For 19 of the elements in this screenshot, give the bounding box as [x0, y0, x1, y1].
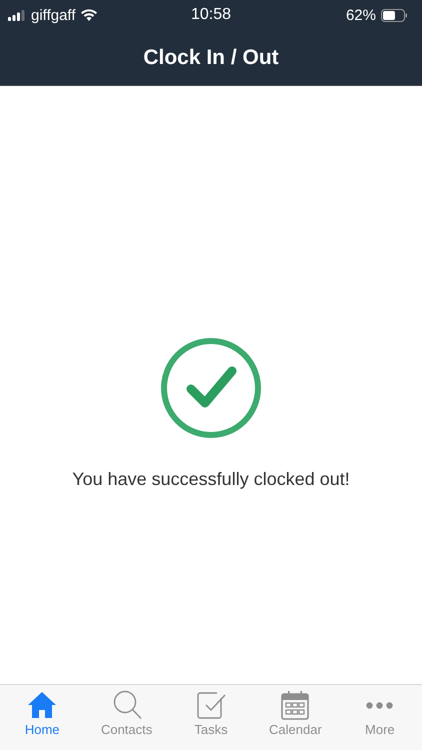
tab[interactable]: Tasks [168, 685, 254, 750]
screen-title: Clock In / Out [143, 46, 279, 70]
battery-icon [381, 8, 408, 22]
clock-time: 10:58 [190, 6, 232, 24]
success-check-icon [160, 337, 262, 439]
tab[interactable]: Home [0, 685, 84, 750]
success-message: You have successfully clocked out! [72, 469, 350, 490]
calendar-icon [280, 690, 310, 720]
tab[interactable]: More [338, 685, 422, 750]
tab[interactable]: Contacts [84, 685, 169, 750]
signal-icon [8, 10, 26, 20]
home-icon [27, 690, 58, 720]
tab[interactable]: Calendar [253, 685, 338, 750]
checkbox-icon [196, 690, 226, 720]
wifi-icon [80, 9, 96, 21]
more-icon [366, 702, 394, 708]
battery-percent: 62% [346, 6, 376, 24]
carrier-name: giffgaff [31, 6, 76, 24]
search-icon [112, 690, 142, 720]
